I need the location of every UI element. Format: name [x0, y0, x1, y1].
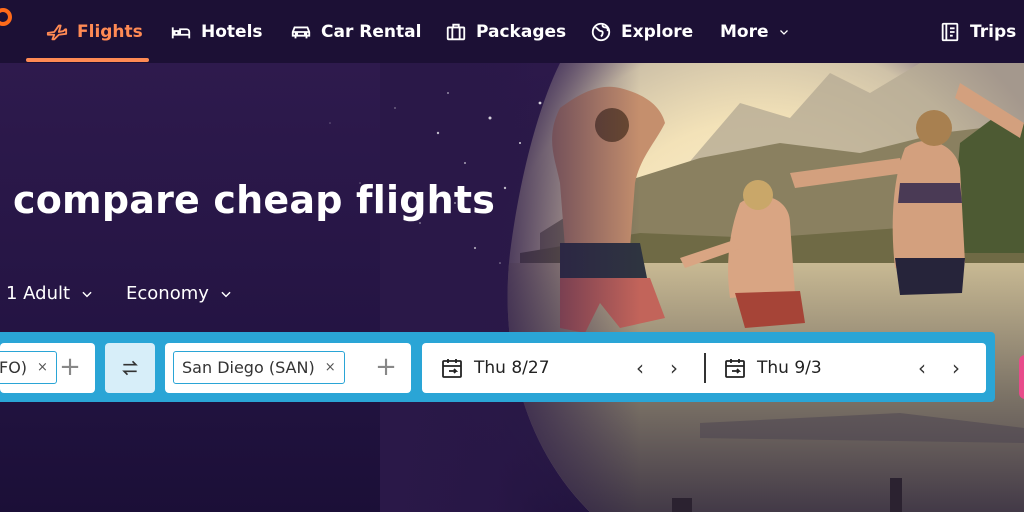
remove-destination-icon[interactable]: × — [325, 360, 336, 375]
cabin-class-select[interactable]: Economy — [126, 283, 233, 304]
nav-car-rental-label: Car Rental — [321, 21, 422, 42]
active-tab-indicator — [26, 58, 149, 62]
swap-airports-button[interactable] — [105, 343, 155, 393]
car-icon — [291, 26, 311, 38]
nav-explore[interactable]: Explore — [590, 0, 693, 63]
depart-date-label: Thu 8/27 — [474, 358, 550, 378]
calendar-icon — [725, 359, 745, 378]
chevron-down-icon — [82, 291, 92, 297]
destination-field[interactable]: San Diego (SAN) × + — [165, 343, 411, 393]
travelers-select[interactable]: 1 Adult — [6, 283, 94, 304]
calendar-icon — [442, 359, 462, 378]
nav-trips[interactable]: Trips — [939, 0, 1016, 63]
nav-hotels-label: Hotels — [201, 21, 263, 42]
origin-chip-label: FO) — [0, 358, 28, 377]
chevron-down-icon — [221, 291, 231, 297]
depart-prev-day-icon[interactable]: ‹ — [629, 356, 651, 380]
nav-more[interactable]: More — [720, 0, 790, 63]
add-destination-icon[interactable]: + — [372, 353, 400, 381]
nav-car-rental[interactable]: Car Rental — [290, 0, 421, 63]
return-prev-day-icon[interactable]: ‹ — [911, 356, 933, 380]
cabin-class-value: Economy — [126, 283, 209, 304]
brand-logo[interactable] — [0, 8, 12, 26]
trips-icon — [941, 22, 959, 41]
swap-icon — [122, 360, 138, 376]
return-date[interactable]: Thu 9/3 — [723, 343, 822, 393]
dates-field: Thu 8/27 ‹ › Thu 9/3 ‹ › — [422, 343, 986, 393]
nav-packages[interactable]: Packages — [445, 0, 566, 63]
globe-icon — [591, 22, 611, 41]
top-nav: Flights Hotels Car Rental Packages Explo… — [0, 0, 1024, 63]
origin-chip: FO) × — [0, 351, 57, 384]
date-divider — [704, 353, 706, 383]
nav-flights-label: Flights — [77, 21, 143, 42]
suitcase-icon — [446, 23, 466, 40]
return-next-day-icon[interactable]: › — [945, 356, 967, 380]
depart-date[interactable]: Thu 8/27 — [440, 343, 550, 393]
chevron-down-icon — [779, 29, 788, 35]
nav-hotels[interactable]: Hotels — [170, 0, 263, 63]
nav-explore-label: Explore — [621, 21, 694, 42]
return-date-label: Thu 9/3 — [757, 358, 822, 378]
bed-icon — [171, 26, 191, 38]
remove-origin-icon[interactable]: × — [37, 360, 48, 375]
search-button-edge[interactable] — [1019, 355, 1024, 399]
origin-field[interactable]: FO) × + — [0, 343, 95, 393]
depart-next-day-icon[interactable]: › — [663, 356, 685, 380]
plane-icon — [46, 24, 68, 40]
destination-chip-label: San Diego (SAN) — [182, 358, 315, 377]
nav-packages-label: Packages — [476, 21, 567, 42]
hero-headline: compare cheap flights — [13, 178, 496, 222]
hero-banner: compare cheap flights 1 Adult Economy — [0, 63, 1024, 512]
nav-trips-label: Trips — [970, 21, 1017, 42]
add-origin-icon[interactable]: + — [56, 353, 84, 381]
nav-flights[interactable]: Flights — [46, 0, 143, 63]
nav-more-label: More — [720, 21, 769, 42]
destination-chip: San Diego (SAN) × — [173, 351, 345, 384]
travelers-value: 1 Adult — [6, 283, 71, 304]
